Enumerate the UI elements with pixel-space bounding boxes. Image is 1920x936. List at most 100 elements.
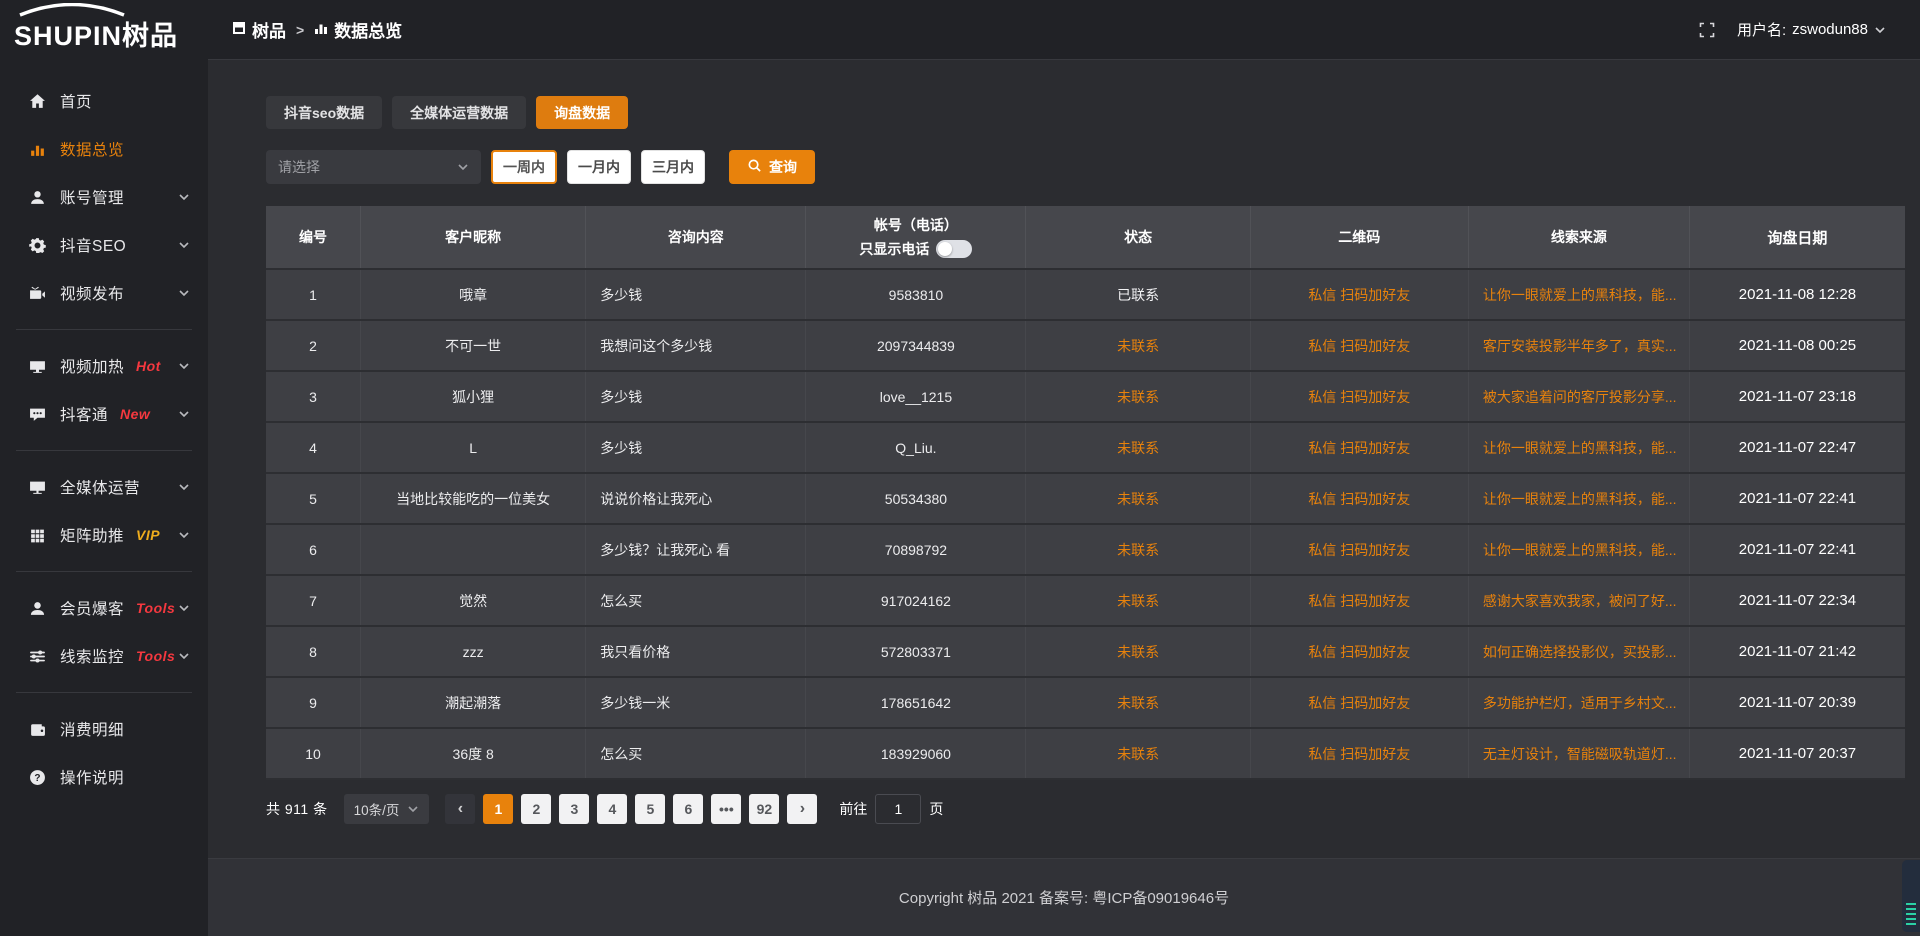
cell-date: 2021-11-08 00:25 (1689, 321, 1905, 370)
sidebar-item-label: 视频加热 (60, 355, 124, 377)
sidebar-item[interactable] (16, 692, 192, 693)
sidebar-item[interactable]: ? 操作说明 (0, 753, 208, 801)
qrcode-links[interactable]: 私信 扫码加好友 (1250, 729, 1468, 778)
source-link[interactable]: 让你一眼就爱上的黑科技，能... (1468, 423, 1689, 472)
qrcode-links[interactable]: 私信 扫码加好友 (1250, 678, 1468, 727)
cell-content: 我想问这个多少钱 (585, 321, 805, 370)
qrcode-links[interactable]: 私信 扫码加好友 (1250, 270, 1468, 319)
source-link[interactable]: 多功能护栏灯，适用于乡村文... (1468, 678, 1689, 727)
sidebar-item[interactable]: 视频发布 (0, 269, 208, 317)
sidebar-item[interactable]: 抖音SEO (0, 221, 208, 269)
breadcrumb-chart-icon (314, 20, 328, 40)
source-link[interactable]: 感谢大家喜欢我家，被问了好... (1468, 576, 1689, 625)
goto-suffix: 页 (929, 799, 943, 819)
qrcode-links[interactable]: 私信 扫码加好友 (1250, 321, 1468, 370)
cell-account: 917024162 (805, 576, 1025, 625)
cell-index: 4 (266, 423, 360, 472)
sidebar-item[interactable] (16, 329, 192, 330)
sidebar-item[interactable] (16, 450, 192, 451)
qrcode-links[interactable]: 私信 扫码加好友 (1250, 525, 1468, 574)
chevron-down-icon (178, 650, 190, 662)
source-link[interactable]: 如何正确选择投影仪，买投影... (1468, 627, 1689, 676)
search-button[interactable]: 查询 (729, 150, 815, 184)
page-button[interactable]: 3 (559, 794, 589, 824)
sidebar-item[interactable]: 视频加热 Hot (0, 342, 208, 390)
chat-icon (28, 406, 46, 423)
sidebar-item[interactable]: 全媒体运营 (0, 463, 208, 511)
page-button[interactable]: ‹ (445, 794, 475, 824)
user-icon (28, 189, 46, 206)
total-count: 共 911 条 (266, 799, 328, 819)
sidebar-item[interactable]: 首页 (0, 77, 208, 125)
qrcode-links[interactable]: 私信 扫码加好友 (1250, 627, 1468, 676)
sidebar-item-label: 消费明细 (60, 718, 124, 740)
source-link[interactable]: 让你一眼就爱上的黑科技，能... (1468, 525, 1689, 574)
fullscreen-icon[interactable] (1699, 22, 1715, 38)
sidebar-item[interactable]: 抖客通 New (0, 390, 208, 438)
page-button[interactable]: 2 (521, 794, 551, 824)
range-button[interactable]: 一周内 (491, 150, 557, 184)
page-button[interactable]: › (787, 794, 817, 824)
sidebar-item[interactable] (16, 571, 192, 572)
cell-account: 183929060 (805, 729, 1025, 778)
cell-content: 怎么买 (585, 576, 805, 625)
page-size-select[interactable]: 10条/页 (344, 794, 430, 824)
gear-icon (28, 237, 46, 254)
sidebar-item[interactable]: 线索监控 Tools (0, 632, 208, 680)
cell-nickname: 哦章 (360, 270, 585, 319)
grid-icon (28, 527, 46, 544)
filter-select-placeholder: 请选择 (278, 157, 320, 177)
source-link[interactable]: 被大家追着问的客厅投影分享... (1468, 372, 1689, 421)
sidebar-item[interactable]: 矩阵助推 VIP (0, 511, 208, 559)
page-button[interactable]: 6 (673, 794, 703, 824)
cell-content: 多少钱？让我死心 看 (585, 525, 805, 574)
source-link[interactable]: 无主灯设计，智能磁吸轨道灯... (1468, 729, 1689, 778)
source-link[interactable]: 客厅安装投影半年多了，真实... (1468, 321, 1689, 370)
range-button[interactable]: 三月内 (641, 150, 705, 184)
page-button[interactable]: 92 (749, 794, 779, 824)
filter-row: 请选择 一周内 一月内 三月内 查询 (266, 150, 1905, 184)
sidebar-item[interactable]: 账号管理 (0, 173, 208, 221)
tab[interactable]: 全媒体运营数据 (392, 96, 526, 129)
cell-date: 2021-11-07 20:39 (1689, 678, 1905, 727)
topbar: SHUPIN树品 树品 > 数据总览 用户名: zswodun88 (0, 0, 1920, 59)
inquiry-table: 编号 客户昵称 咨询内容 帐号（电话） 只显示电话 状态 二维码 线索来源 询盘… (266, 206, 1905, 780)
breadcrumb-item-page[interactable]: 数据总览 (314, 17, 402, 42)
cell-nickname: 狐小狸 (360, 372, 585, 421)
breadcrumb-item-app[interactable]: 树品 (232, 17, 286, 42)
cell-content: 多少钱 (585, 372, 805, 421)
tab[interactable]: 抖音seo数据 (266, 96, 382, 129)
phone-only-toggle[interactable] (936, 240, 972, 258)
tab[interactable]: 询盘数据 (536, 96, 628, 129)
table-row: 8 zzz 我只看价格 572803371 未联系 私信 扫码加好友 如何正确选… (266, 627, 1905, 678)
sidebar-item[interactable]: 消费明细 (0, 705, 208, 753)
range-button[interactable]: 一月内 (567, 150, 631, 184)
sidebar-item-label: 账号管理 (60, 186, 124, 208)
source-link[interactable]: 让你一眼就爱上的黑科技，能... (1468, 270, 1689, 319)
sidebar-item[interactable]: 会员爆客 Tools (0, 584, 208, 632)
monitor-icon (28, 479, 46, 496)
breadcrumb-separator: > (296, 22, 304, 38)
qrcode-links[interactable]: 私信 扫码加好友 (1250, 423, 1468, 472)
page-button[interactable]: 1 (483, 794, 513, 824)
page-button[interactable]: ••• (711, 794, 741, 824)
col-header-content: 咨询内容 (585, 206, 805, 268)
cell-date: 2021-11-07 22:47 (1689, 423, 1905, 472)
qrcode-links[interactable]: 私信 扫码加好友 (1250, 372, 1468, 421)
table-body: 1 哦章 多少钱 9583810 已联系 私信 扫码加好友 让你一眼就爱上的黑科… (266, 270, 1905, 780)
goto-page-input[interactable] (875, 794, 921, 824)
page-button[interactable]: 4 (597, 794, 627, 824)
corner-widget[interactable] (1902, 860, 1920, 932)
breadcrumb-app-icon (232, 20, 246, 40)
qrcode-links[interactable]: 私信 扫码加好友 (1250, 576, 1468, 625)
page-button[interactable]: 5 (635, 794, 665, 824)
user-menu[interactable]: 用户名: zswodun88 (1737, 19, 1886, 40)
cell-account: Q_Liu. (805, 423, 1025, 472)
qrcode-links[interactable]: 私信 扫码加好友 (1250, 474, 1468, 523)
copyright-text: Copyright 树品 2021 备案号: 粤ICP备09019646号 (899, 887, 1229, 908)
source-link[interactable]: 让你一眼就爱上的黑科技，能... (1468, 474, 1689, 523)
cell-status: 未联系 (1025, 321, 1249, 370)
filter-select[interactable]: 请选择 (266, 150, 481, 184)
sidebar-item[interactable]: 数据总览 (0, 125, 208, 173)
cell-nickname (360, 525, 585, 574)
